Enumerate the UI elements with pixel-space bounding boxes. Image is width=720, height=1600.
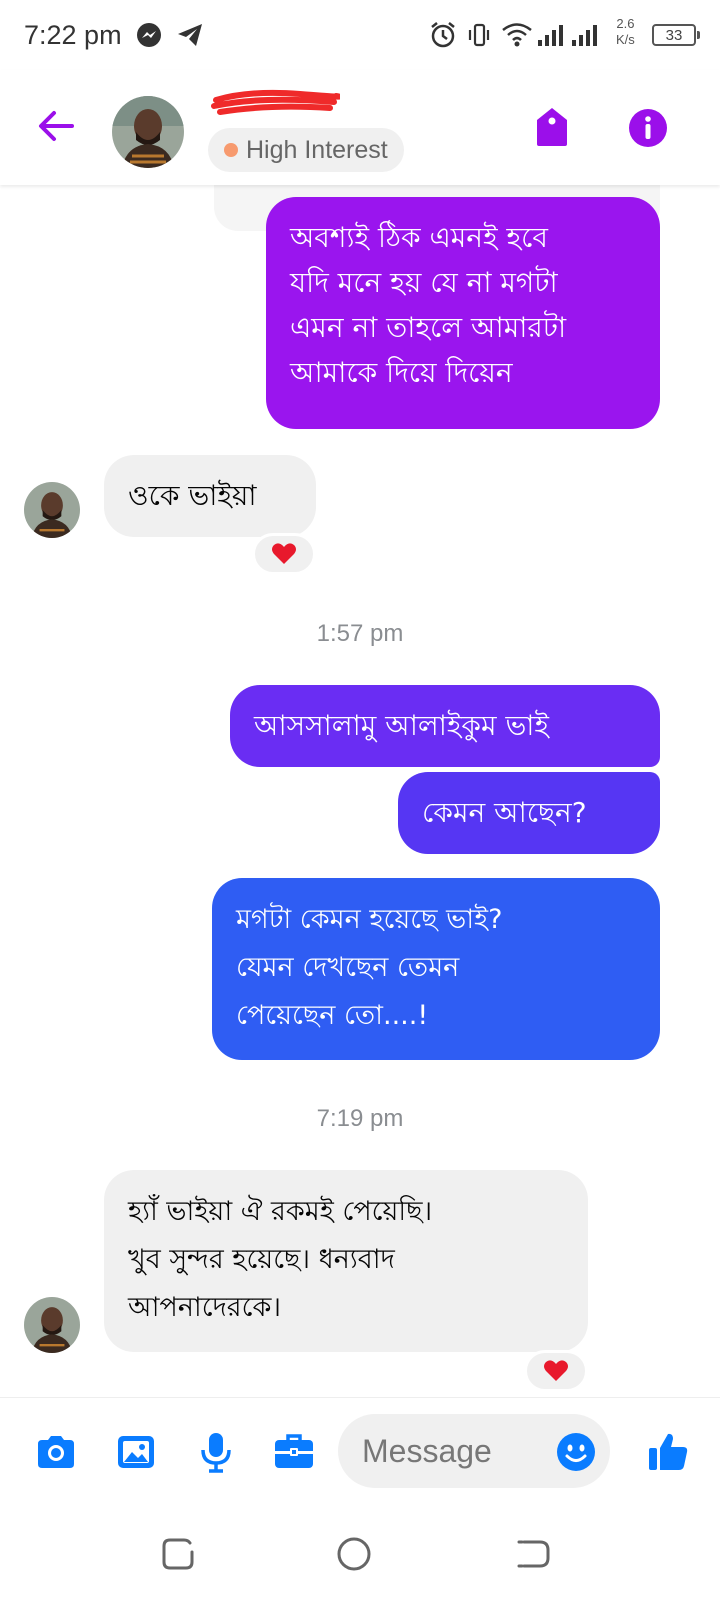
briefcase-icon[interactable]: [272, 1430, 316, 1474]
message-bubble-outgoing[interactable]: মগটা কেমন হয়েছে ভাই? যেমন দেখছেন তেমন প…: [212, 878, 660, 1060]
message-bubble-incoming[interactable]: ওকে ভাইয়া: [104, 455, 316, 537]
speed-value: 2.6: [616, 16, 635, 31]
microphone-icon[interactable]: [194, 1430, 238, 1474]
messenger-icon: [136, 22, 162, 52]
message-composer: [0, 1397, 720, 1502]
message-text-line: এমন না তাহলে আমারটা: [290, 311, 567, 344]
message-text-line: আমাকে দিয়ে দিয়েন: [290, 356, 513, 389]
message-timestamp: 7:19 pm: [316, 1105, 404, 1132]
alarm-icon: [428, 20, 458, 54]
message-list[interactable]: অবশ্যই ঠিক এমনই হবে যদি মনে হয় যে না মগ…: [0, 185, 720, 1397]
thumbs-up-icon[interactable]: [646, 1430, 690, 1474]
vibrate-icon: [466, 22, 492, 52]
tag-icon[interactable]: [534, 106, 570, 148]
reaction-badge[interactable]: [252, 533, 316, 575]
camera-icon[interactable]: [34, 1430, 78, 1474]
message-bubble-outgoing[interactable]: আসসালামু আলাইকুম ভাই: [230, 685, 660, 767]
system-nav-bar: [0, 1502, 720, 1600]
wifi-icon: [500, 20, 534, 52]
info-icon[interactable]: [628, 108, 668, 148]
message-text-line: আপনাদেরকে।: [128, 1292, 282, 1323]
back-icon[interactable]: [514, 1534, 554, 1574]
heart-icon: [272, 543, 296, 564]
interest-dot: [224, 143, 238, 157]
message-text-line: কেমন আছেন?: [422, 796, 587, 829]
chat-header: High Interest: [0, 70, 720, 185]
sender-avatar[interactable]: [24, 1297, 80, 1353]
message-bubble-outgoing[interactable]: অবশ্যই ঠিক এমনই হবে যদি মনে হয় যে না মগ…: [266, 197, 660, 429]
message-text-line: হ্যাঁ ভাইয়া ঐ রকমই পেয়েছি।: [128, 1196, 433, 1227]
battery-level: 33: [665, 27, 683, 44]
interest-badge[interactable]: High Interest: [208, 128, 404, 172]
message-text-line: অবশ্যই ঠিক এমনই হবে: [290, 221, 549, 254]
status-bar: 7:22 pm 2.6 K/s 33: [0, 0, 720, 70]
message-text-line: মগটা কেমন হয়েছে ভাই?: [236, 904, 503, 935]
contact-avatar[interactable]: [112, 96, 184, 168]
message-text-line: ওকে ভাইয়া: [128, 479, 257, 512]
message-text-line: পেয়েছেন তো....!: [236, 1000, 429, 1031]
emoji-icon[interactable]: [556, 1432, 596, 1472]
telegram-icon: [176, 22, 204, 52]
message-timestamp: 1:57 pm: [316, 620, 404, 647]
back-arrow-icon[interactable]: [34, 104, 78, 148]
sender-avatar[interactable]: [24, 482, 80, 538]
redaction-scribble: [211, 89, 340, 115]
message-text-line: আসসালামু আলাইকুম ভাই: [254, 709, 549, 742]
signal-icon-2: [570, 22, 600, 52]
reaction-badge[interactable]: [524, 1350, 588, 1392]
message-bubble-outgoing[interactable]: কেমন আছেন?: [398, 772, 660, 854]
message-bubble-incoming[interactable]: হ্যাঁ ভাইয়া ঐ রকমই পেয়েছি। খুব সুন্দর …: [104, 1170, 588, 1352]
home-icon[interactable]: [334, 1534, 374, 1574]
status-time: 7:22 pm: [24, 20, 122, 50]
message-text-line: যদি মনে হয় যে না মগটা: [290, 266, 558, 299]
message-text-line: খুব সুন্দর হয়েছে। ধন্যবাদ: [128, 1244, 395, 1275]
speed-unit: K/s: [616, 32, 635, 47]
signal-icon-1: [536, 22, 566, 52]
interest-label: High Interest: [246, 136, 388, 164]
contact-name[interactable]: [210, 86, 340, 116]
message-text-line: যেমন দেখছেন তেমন: [236, 952, 460, 983]
gallery-icon[interactable]: [114, 1430, 158, 1474]
recents-icon[interactable]: [158, 1534, 198, 1574]
network-speed: 2.6 K/s: [616, 16, 635, 48]
heart-icon: [544, 1360, 568, 1381]
battery-icon: 33: [652, 24, 700, 46]
